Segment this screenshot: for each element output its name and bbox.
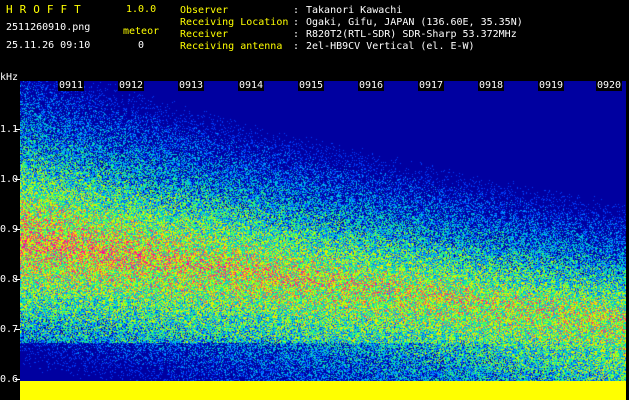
field-receiver-value: R820T2(RTL-SDR) SDR-Sharp 53.372MHz — [306, 29, 517, 40]
timestamp: 25.11.26 09:10 — [6, 40, 91, 51]
time-label: 0917 — [418, 80, 445, 91]
field-location-sep: : — [293, 17, 300, 28]
field-antenna-sep: : — [293, 41, 300, 52]
field-antenna-value: 2el-HB9CV Vertical (el. E-W) — [306, 41, 475, 52]
field-receiver-sep: : — [293, 29, 300, 40]
time-label: 0912 — [118, 80, 145, 91]
field-antenna-label: Receiving antenna — [180, 41, 283, 52]
field-location-value: Ogaki, Gifu, JAPAN (136.60E, 35.35N) — [306, 17, 523, 28]
y-tick-mark — [15, 279, 20, 280]
meteor-count: 0 — [138, 40, 145, 51]
time-label: 0918 — [478, 80, 505, 91]
time-label: 0913 — [178, 80, 205, 91]
y-tick-mark — [15, 179, 20, 180]
field-observer-label: Observer — [180, 5, 229, 16]
app-title: HROFFT — [6, 3, 88, 16]
y-tick-mark — [15, 229, 20, 230]
spectrogram-canvas — [20, 81, 626, 400]
time-label: 0914 — [238, 80, 265, 91]
field-observer-value: Takanori Kawachi — [306, 5, 403, 16]
spectrogram — [20, 81, 626, 400]
time-label: 0916 — [358, 80, 385, 91]
y-axis-unit: kHz — [0, 72, 19, 83]
baseline-bar — [20, 381, 626, 400]
field-receiver-label: Receiver — [180, 29, 229, 40]
time-label: 0915 — [298, 80, 325, 91]
y-tick-mark — [15, 129, 20, 130]
y-tick-mark — [15, 329, 20, 330]
field-location-label: Receiving Location — [180, 17, 289, 28]
time-label: 0911 — [58, 80, 85, 91]
app-version: 1.0.0 — [126, 4, 157, 15]
filename: 2511260910.png — [6, 22, 91, 33]
time-label: 0920 — [596, 80, 623, 91]
field-observer-sep: : — [293, 5, 300, 16]
meteor-label: meteor — [123, 26, 160, 37]
y-tick-mark — [15, 379, 20, 380]
time-label: 0919 — [538, 80, 565, 91]
